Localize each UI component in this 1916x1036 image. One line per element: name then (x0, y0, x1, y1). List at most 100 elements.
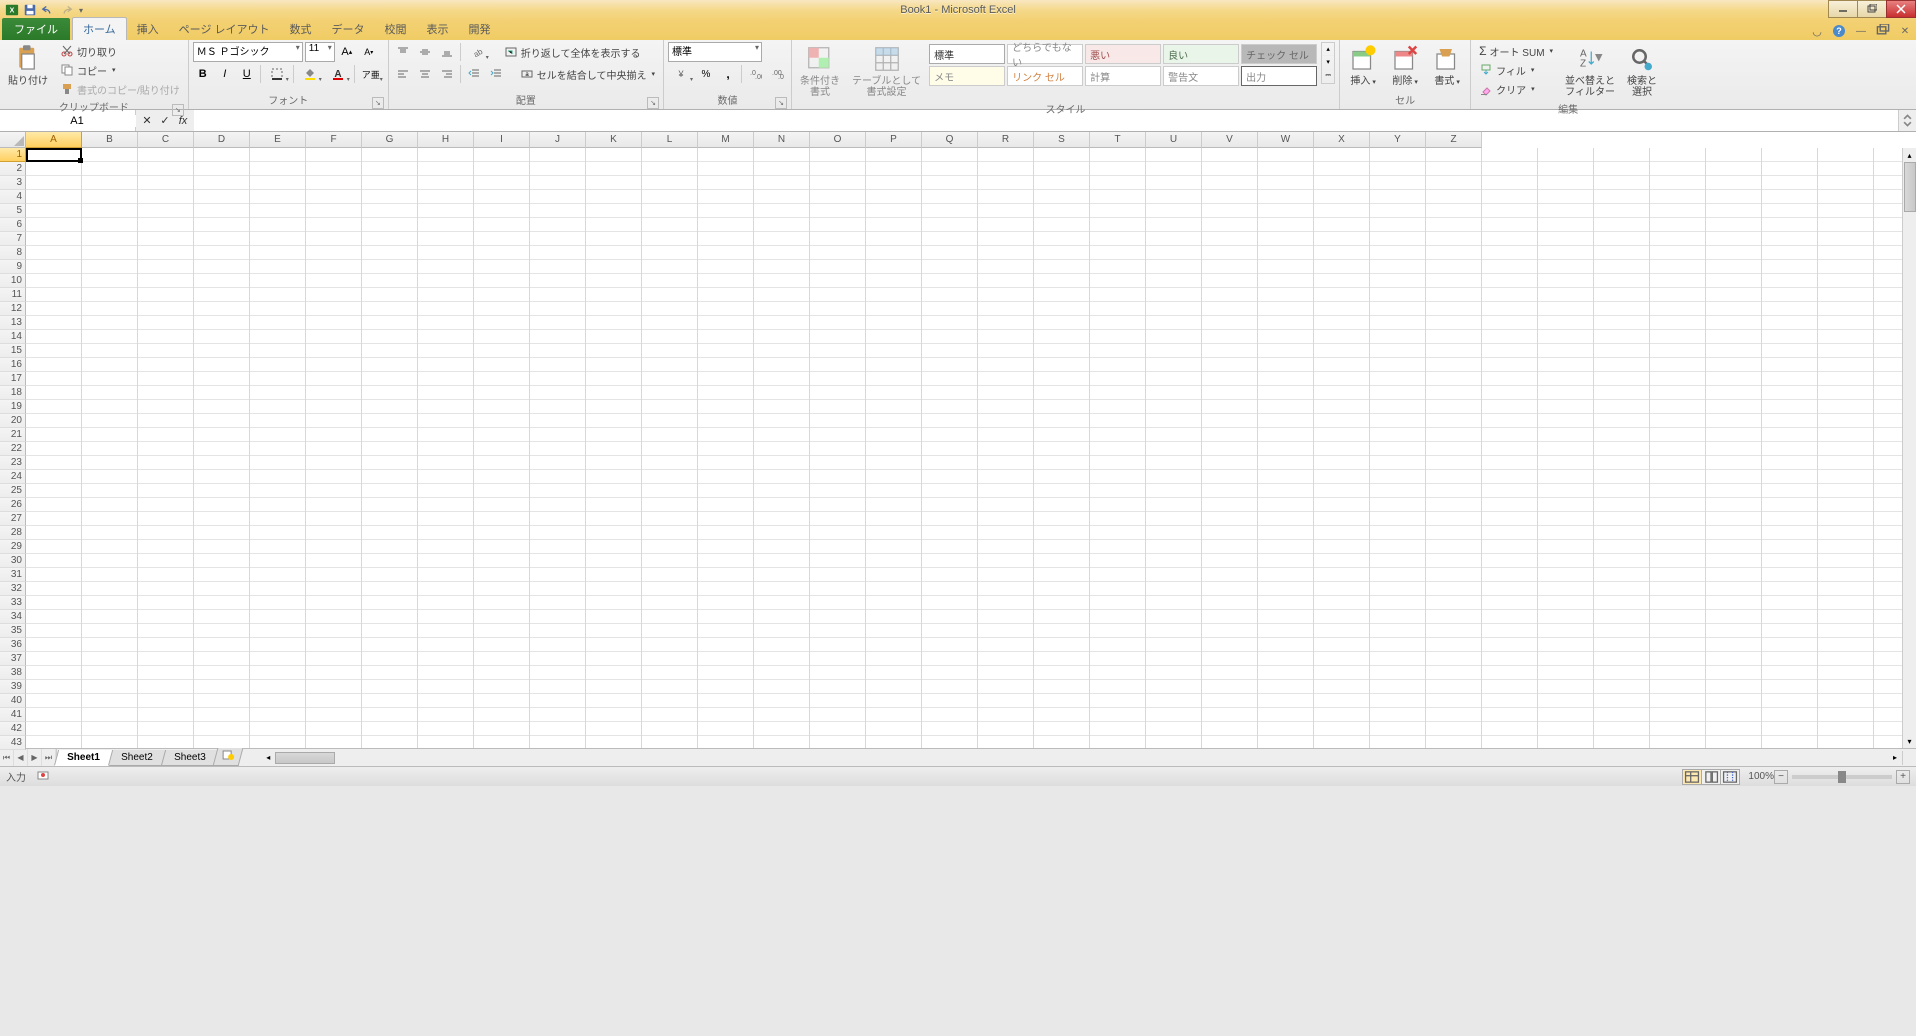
conditional-formatting-button[interactable]: 条件付き 書式 (796, 42, 844, 100)
style-check[interactable]: チェック セル (1241, 44, 1317, 64)
underline-icon[interactable]: U (237, 64, 257, 84)
styles-scroll-down-icon[interactable]: ▾ (1322, 56, 1334, 69)
tab-file[interactable]: ファイル (2, 18, 70, 40)
tab-insert[interactable]: 挿入 (127, 18, 169, 40)
tab-page-layout[interactable]: ページ レイアウト (169, 18, 280, 40)
find-select-button[interactable]: 検索と 選択 (1623, 42, 1661, 100)
row-header[interactable]: 17 (0, 372, 26, 386)
sheet-tab[interactable]: Sheet1 (54, 750, 113, 766)
column-header[interactable]: L (642, 132, 698, 148)
scroll-thumb-vertical[interactable] (1904, 162, 1916, 212)
tab-developer[interactable]: 開発 (459, 18, 501, 40)
excel-icon[interactable]: X (4, 2, 20, 18)
scroll-up-icon[interactable]: ▴ (1903, 148, 1916, 162)
row-header[interactable]: 11 (0, 288, 26, 302)
scroll-left-icon[interactable]: ◂ (261, 751, 275, 765)
row-header[interactable]: 20 (0, 414, 26, 428)
sheet-tab[interactable]: Sheet3 (160, 750, 218, 766)
help-icon[interactable]: ? (1832, 24, 1846, 38)
style-normal[interactable]: 標準 (929, 44, 1005, 64)
tab-home[interactable]: ホーム (72, 17, 127, 40)
view-normal-icon[interactable] (1682, 769, 1702, 785)
redo-icon[interactable] (58, 2, 74, 18)
font-color-icon[interactable]: A (325, 64, 351, 84)
scroll-down-icon[interactable]: ▾ (1903, 734, 1916, 748)
row-header[interactable]: 43 (0, 736, 26, 750)
tab-formulas[interactable]: 数式 (280, 18, 322, 40)
accounting-format-icon[interactable]: ¥ (668, 64, 694, 84)
row-header[interactable]: 3 (0, 176, 26, 190)
clear-button[interactable]: クリア▾ (1475, 80, 1557, 98)
column-header[interactable]: N (754, 132, 810, 148)
tab-view[interactable]: 表示 (417, 18, 459, 40)
row-header[interactable]: 16 (0, 358, 26, 372)
zoom-out-icon[interactable]: − (1774, 770, 1788, 784)
alignment-launcher-icon[interactable]: ↘ (647, 97, 659, 109)
column-header[interactable]: R (978, 132, 1034, 148)
format-painter-button[interactable]: 書式のコピー/貼り付け (56, 80, 184, 98)
style-bad[interactable]: 悪い (1085, 44, 1161, 64)
fill-color-icon[interactable] (297, 64, 323, 84)
style-output[interactable]: 出力 (1241, 66, 1317, 86)
insert-cells-button[interactable]: 挿入 ▾ (1344, 42, 1382, 89)
sheet-nav-prev-icon[interactable]: ◀ (14, 749, 28, 766)
style-good[interactable]: 良い (1163, 44, 1239, 64)
column-header[interactable]: V (1202, 132, 1258, 148)
style-warning[interactable]: 警告文 (1163, 66, 1239, 86)
select-all-corner[interactable] (0, 132, 26, 148)
row-header[interactable]: 13 (0, 316, 26, 330)
sheet-nav-next-icon[interactable]: ▶ (28, 749, 42, 766)
cut-button[interactable]: 切り取り (56, 42, 184, 60)
maximize-button[interactable] (1857, 0, 1887, 18)
grow-font-icon[interactable]: A▴ (337, 42, 357, 62)
row-header[interactable]: 36 (0, 638, 26, 652)
row-header[interactable]: 42 (0, 722, 26, 736)
row-header[interactable]: 40 (0, 694, 26, 708)
row-header[interactable]: 29 (0, 540, 26, 554)
save-icon[interactable] (22, 2, 38, 18)
workbook-minimize-icon[interactable]: — (1854, 24, 1868, 38)
row-header[interactable]: 12 (0, 302, 26, 316)
column-header[interactable]: J (530, 132, 586, 148)
column-header[interactable]: W (1258, 132, 1314, 148)
column-header[interactable]: G (362, 132, 418, 148)
paste-button[interactable]: 貼り付け (4, 42, 52, 89)
column-header[interactable]: K (586, 132, 642, 148)
row-header[interactable]: 24 (0, 470, 26, 484)
bold-icon[interactable]: B (193, 64, 213, 84)
macro-record-icon[interactable] (36, 768, 50, 785)
align-right-icon[interactable] (437, 64, 457, 84)
expand-formula-bar-icon[interactable] (1898, 110, 1916, 131)
comma-icon[interactable]: , (718, 64, 738, 84)
selected-cell[interactable] (26, 148, 82, 162)
row-header[interactable]: 6 (0, 218, 26, 232)
column-header[interactable]: M (698, 132, 754, 148)
column-header[interactable]: B (82, 132, 138, 148)
row-header[interactable]: 28 (0, 526, 26, 540)
column-header[interactable]: E (250, 132, 306, 148)
tab-review[interactable]: 校閲 (375, 18, 417, 40)
format-cells-button[interactable]: 書式 ▾ (1428, 42, 1466, 89)
qat-customize-icon[interactable]: ▾ (76, 2, 86, 18)
row-header[interactable]: 34 (0, 610, 26, 624)
row-header[interactable]: 15 (0, 344, 26, 358)
fill-button[interactable]: フィル▾ (1475, 61, 1557, 79)
column-header[interactable]: T (1090, 132, 1146, 148)
align-left-icon[interactable] (393, 64, 413, 84)
column-header[interactable]: S (1034, 132, 1090, 148)
scroll-thumb-horizontal[interactable] (275, 752, 335, 764)
font-launcher-icon[interactable]: ↘ (372, 97, 384, 109)
row-header[interactable]: 32 (0, 582, 26, 596)
sheet-tab[interactable]: Sheet2 (108, 750, 166, 766)
cells-area[interactable] (26, 148, 1902, 748)
row-header[interactable]: 21 (0, 428, 26, 442)
column-header[interactable]: A (26, 132, 82, 148)
column-header[interactable]: Y (1370, 132, 1426, 148)
column-header[interactable]: D (194, 132, 250, 148)
align-top-icon[interactable] (393, 42, 413, 62)
vertical-scrollbar[interactable]: ▴ ▾ (1902, 148, 1916, 748)
zoom-in-icon[interactable]: + (1896, 770, 1910, 784)
row-header[interactable]: 26 (0, 498, 26, 512)
row-header[interactable]: 41 (0, 708, 26, 722)
workbook-close-icon[interactable]: ✕ (1898, 24, 1912, 38)
